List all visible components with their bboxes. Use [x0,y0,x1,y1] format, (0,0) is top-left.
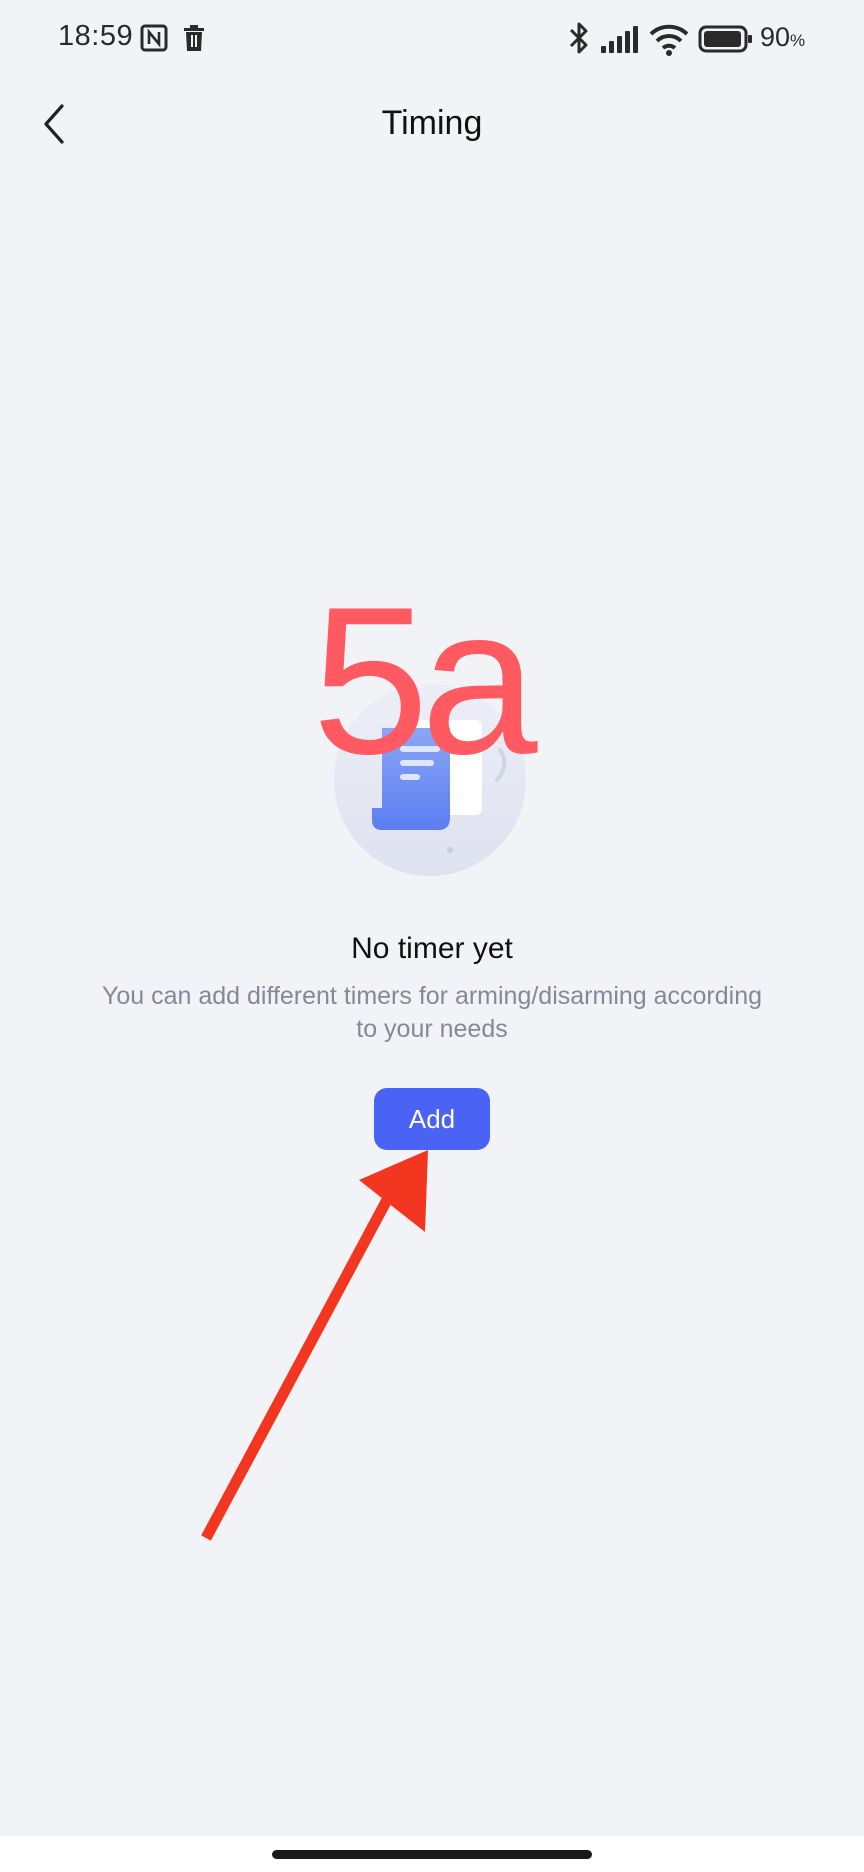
wifi-icon [649,24,689,56]
battery-value: 90 [760,22,791,52]
page-title: Timing [381,104,483,142]
status-time: 18:59 [58,20,134,52]
home-indicator[interactable] [272,1850,592,1859]
empty-state-title: No timer yet [351,932,513,965]
nfc-icon [140,24,168,52]
battery-icon [698,25,752,53]
signal-icon [601,26,638,53]
add-timer-button[interactable]: Add [374,1088,490,1150]
battery-unit: % [790,31,806,50]
trash-icon [184,25,204,51]
status-bar: 18:59 90% [0,0,864,80]
empty-state-description: You can add different timers for arming/… [101,982,763,1043]
bluetooth-icon [569,22,588,54]
annotation-label: 5a [312,563,538,798]
battery-percentage: 90% [760,22,805,53]
